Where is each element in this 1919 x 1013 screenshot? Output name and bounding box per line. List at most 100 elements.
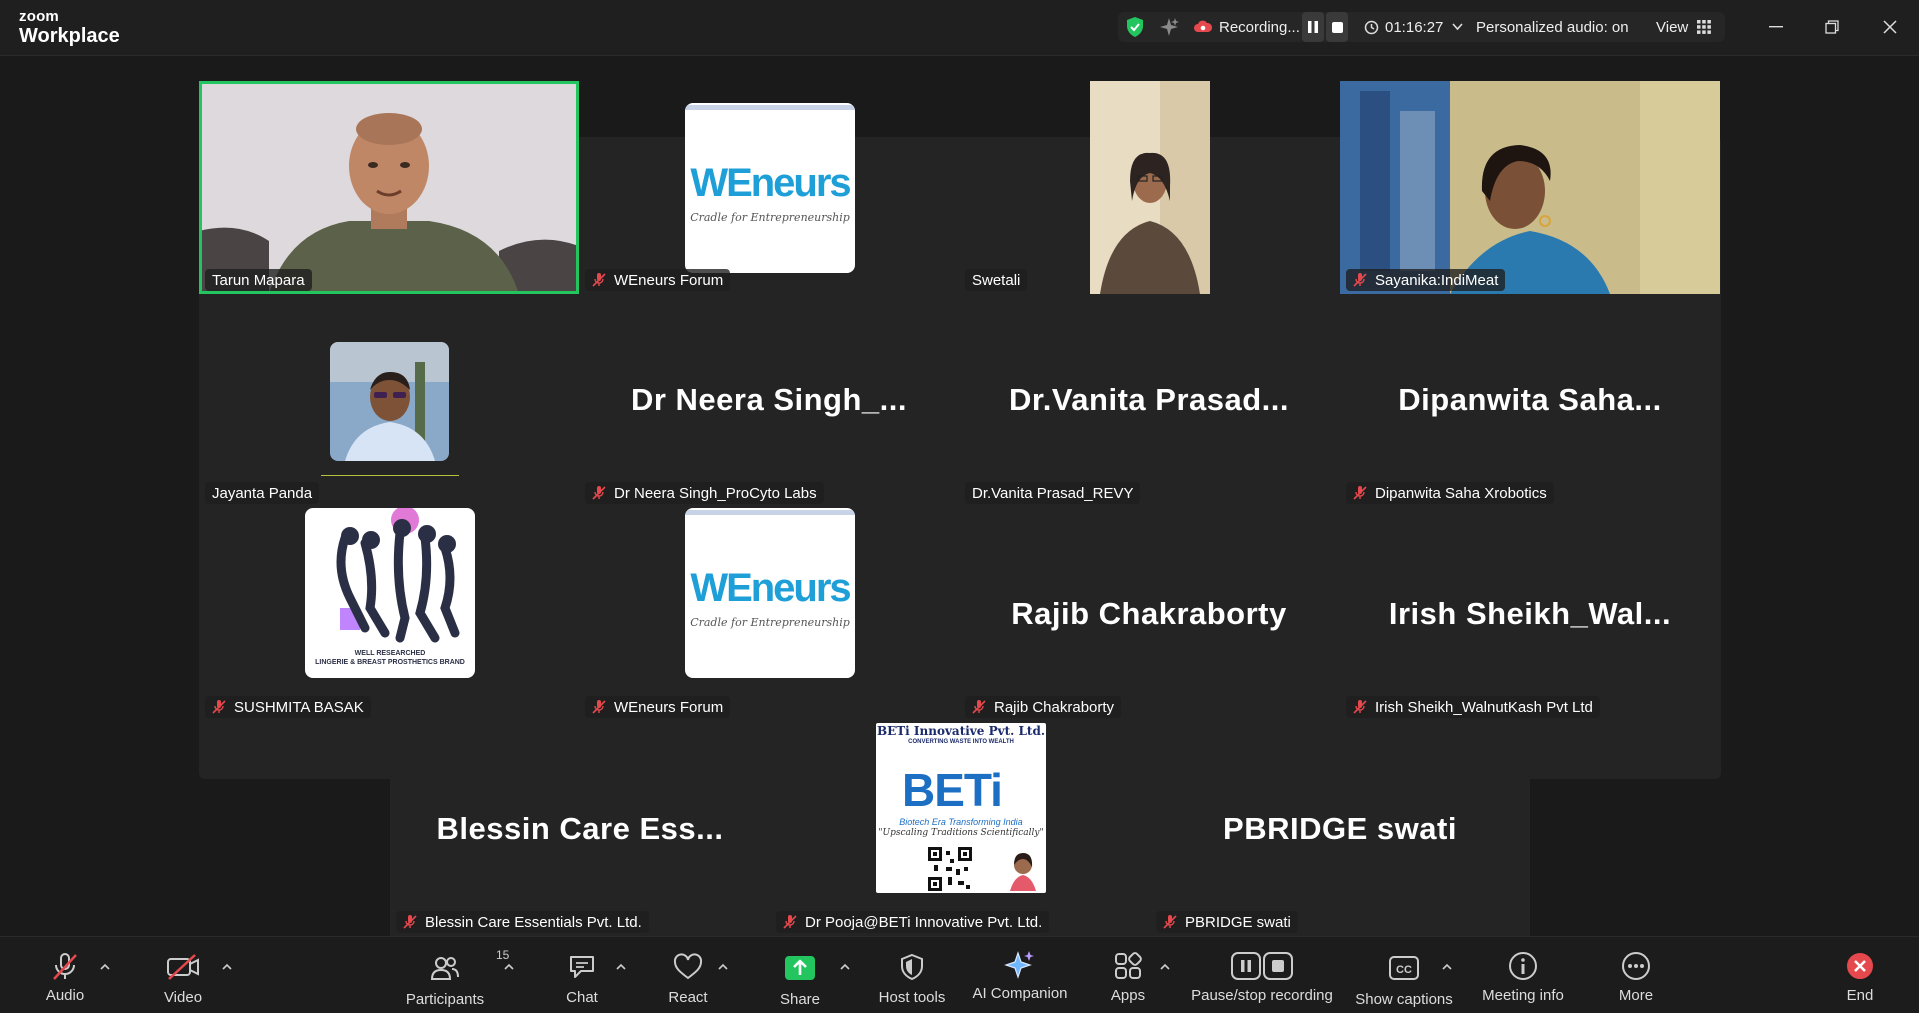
participants-count: 15 xyxy=(496,948,510,962)
participant-nameplate: Dipanwita Saha Xrobotics xyxy=(1346,482,1554,504)
participant-tile[interactable]: Sayanika:IndiMeat xyxy=(1340,81,1720,294)
avatar xyxy=(330,342,449,461)
participant-tile[interactable]: Dr Neera Singh_... Dr Neera Singh_ProCyt… xyxy=(579,294,959,507)
participant-tile[interactable]: Rajib Chakraborty Rajib Chakraborty xyxy=(959,508,1339,721)
ai-sparkle-icon[interactable] xyxy=(1158,12,1180,42)
chat-icon xyxy=(570,956,594,978)
more-button[interactable]: More xyxy=(1616,937,1656,1013)
participants-options-caret-icon[interactable] xyxy=(502,961,516,973)
encryption-shield-icon[interactable] xyxy=(1124,12,1146,42)
participant-display-name: Irish Sheikh_Wal... xyxy=(1388,596,1672,631)
participant-nameplate: SUSHMITA BASAK xyxy=(205,696,371,718)
participant-name: Jayanta Panda xyxy=(212,484,313,502)
audio-options-caret-icon[interactable] xyxy=(98,961,112,973)
participant-name: WEneurs Forum xyxy=(614,271,724,289)
person-photo xyxy=(1006,847,1040,891)
participant-tile[interactable]: WELL RESEARCHED LINGERIE & BREAST PROSTH… xyxy=(199,508,579,721)
meeting-toolbar: Audio Video 15 Participants Chat React S… xyxy=(0,936,1919,1013)
apps-button[interactable]: Apps xyxy=(1106,937,1150,1013)
weneurs-logo: WEneurs Cradle for Entrepreneurship xyxy=(685,508,855,678)
share-label: Share xyxy=(779,991,821,1008)
svg-text:CC: CC xyxy=(1396,964,1412,976)
pause-stop-recording-button[interactable]: Pause/stop recording xyxy=(1186,937,1338,1013)
mic-muted-icon xyxy=(1353,273,1367,287)
participant-nameplate: Sayanika:IndiMeat xyxy=(1346,269,1506,291)
mic-muted-icon xyxy=(783,915,797,929)
restore-button[interactable] xyxy=(1818,14,1846,40)
participant-name: Sayanika:IndiMeat xyxy=(1375,271,1499,289)
participant-display-name: Blessin Care Ess... xyxy=(436,811,724,846)
mic-muted-icon xyxy=(592,486,606,500)
chevron-down-icon xyxy=(1452,23,1463,31)
recording-indicator[interactable]: Recording... xyxy=(1194,12,1300,42)
participant-tile[interactable]: PBRIDGE swati PBRIDGE swati xyxy=(1150,723,1530,936)
women-illustration xyxy=(336,508,460,643)
participant-name: Dr.Vanita Prasad_REVY xyxy=(972,484,1134,502)
chat-button[interactable]: Chat xyxy=(562,937,602,1013)
audio-button[interactable]: Audio xyxy=(42,937,88,1013)
participant-name: Dr Neera Singh_ProCyto Labs xyxy=(614,484,817,502)
meeting-timer[interactable]: 01:16:27 xyxy=(1364,12,1463,42)
logo-title: WEneurs xyxy=(690,566,851,610)
close-icon xyxy=(1883,20,1897,34)
participant-nameplate: PBRIDGE swati xyxy=(1156,911,1298,933)
video-options-caret-icon[interactable] xyxy=(220,961,234,973)
stop-recording-button[interactable] xyxy=(1326,12,1348,42)
video-label: Video xyxy=(163,989,203,1006)
end-label: End xyxy=(1846,987,1874,1004)
apps-label: Apps xyxy=(1110,987,1146,1004)
view-label: View xyxy=(1656,18,1689,36)
pause-recording-button[interactable] xyxy=(1302,12,1324,42)
participant-tile[interactable]: WEneurs Cradle for Entrepreneurship WEne… xyxy=(579,508,959,721)
audio-label: Audio xyxy=(45,987,85,1004)
participant-tile[interactable]: Jayanta Panda xyxy=(199,294,579,507)
participant-nameplate: WEneurs Forum xyxy=(585,269,731,291)
ai-companion-label: AI Companion xyxy=(972,985,1068,1002)
apps-options-caret-icon[interactable] xyxy=(1158,961,1172,973)
participant-tile[interactable]: WEneurs Cradle for Entrepreneurship WEne… xyxy=(579,81,959,294)
participant-tile[interactable]: Dr.Vanita Prasad... Dr.Vanita Prasad_REV… xyxy=(959,294,1339,507)
meeting-info-button[interactable]: Meeting info xyxy=(1478,937,1568,1013)
participant-name: Tarun Mapara xyxy=(212,271,305,289)
share-options-caret-icon[interactable] xyxy=(838,961,852,973)
grid-view-icon xyxy=(1697,20,1712,34)
speaking-indicator xyxy=(321,475,459,476)
timer-text: 01:16:27 xyxy=(1385,18,1444,36)
participant-nameplate: Tarun Mapara xyxy=(205,269,312,291)
minimize-button[interactable] xyxy=(1762,14,1790,40)
participant-video xyxy=(199,81,579,294)
react-button[interactable]: React xyxy=(668,937,708,1013)
mic-muted-icon xyxy=(1353,486,1367,500)
participant-nameplate: Swetali xyxy=(965,269,1028,291)
react-options-caret-icon[interactable] xyxy=(716,961,730,973)
end-meeting-button[interactable]: End xyxy=(1840,937,1880,1013)
participant-tile[interactable]: Blessin Care Ess... Blessin Care Essenti… xyxy=(390,723,770,936)
restore-icon xyxy=(1825,20,1839,34)
recording-label: Recording... xyxy=(1219,18,1300,36)
participant-tile[interactable]: Irish Sheikh_Wal... Irish Sheikh_WalnutK… xyxy=(1340,508,1720,721)
participants-button[interactable]: 15 Participants xyxy=(400,937,510,1013)
participant-nameplate: Dr Neera Singh_ProCyto Labs xyxy=(585,482,824,504)
share-button[interactable]: Share xyxy=(780,937,820,1013)
closed-captions-icon: CC xyxy=(1389,956,1419,980)
heart-icon xyxy=(673,953,703,980)
video-button[interactable]: Video xyxy=(160,937,206,1013)
show-captions-button[interactable]: CC Show captions xyxy=(1352,937,1456,1013)
weneurs-logo: WEneurs Cradle for Entrepreneurship xyxy=(685,103,855,273)
mic-muted-icon xyxy=(592,273,606,287)
captions-options-caret-icon[interactable] xyxy=(1440,961,1454,973)
participant-tile[interactable]: BETi Innovative Pvt. Ltd. CONVERTING WAS… xyxy=(770,723,1150,936)
view-button[interactable]: View xyxy=(1656,12,1712,42)
participant-nameplate: Rajib Chakraborty xyxy=(965,696,1122,718)
close-window-button[interactable] xyxy=(1876,14,1904,40)
participant-tile[interactable]: Swetali xyxy=(959,81,1339,294)
chat-options-caret-icon[interactable] xyxy=(614,961,628,973)
ai-companion-button[interactable]: AI Companion xyxy=(970,937,1070,1013)
participant-tile[interactable]: Tarun Mapara xyxy=(199,81,579,294)
mic-muted-icon xyxy=(403,915,417,929)
video-off-icon xyxy=(167,954,199,980)
personalized-audio-toggle[interactable]: Personalized audio: on xyxy=(1476,12,1629,42)
host-tools-button[interactable]: Host tools xyxy=(876,937,948,1013)
participant-tile[interactable]: Dipanwita Saha... Dipanwita Saha Xroboti… xyxy=(1340,294,1720,507)
host-shield-icon xyxy=(901,953,923,981)
